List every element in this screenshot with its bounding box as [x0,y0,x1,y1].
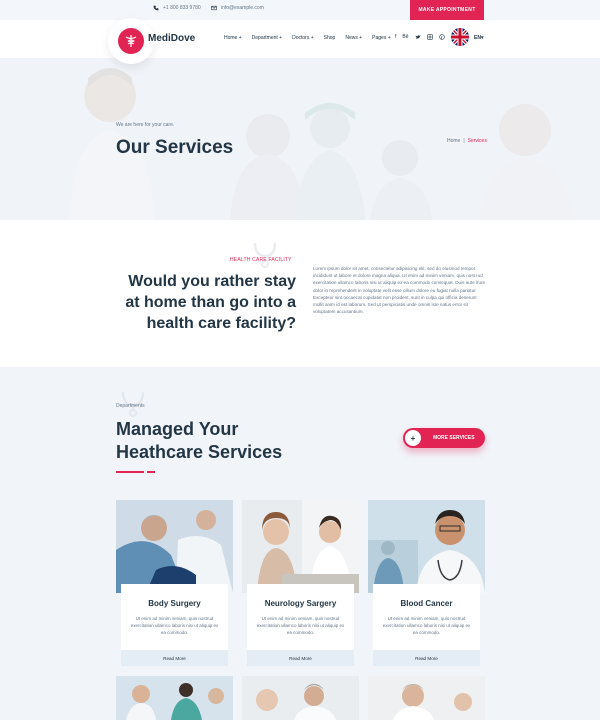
caduceus-icon [118,28,144,54]
top-bar: +1 800 833 9780 info@example.com MAKE AP… [0,0,600,20]
service-card-title[interactable]: Body Surgery [121,599,228,608]
mail-icon [211,5,217,11]
about-heading: Would you rather stay at home than go in… [112,271,296,334]
service-card[interactable]: Body Surgery Ut enim ad minim veniam, qu… [116,500,233,666]
facebook-icon[interactable]: f [395,34,396,42]
pinterest-icon[interactable] [438,34,445,42]
read-more-link[interactable]: Read More [247,650,354,666]
nav-item-doctors[interactable]: Doctors + [292,35,314,41]
service-card[interactable]: Blood Cancer Ut enim ad minim veniam, qu… [368,500,485,666]
language-selector[interactable]: EN▾ [474,35,483,41]
nav-item-department[interactable]: Department + [252,35,282,41]
about-heading-line: Would you rather stay [128,273,296,290]
hero-doctors-image [0,58,600,220]
service-card-image [368,500,485,593]
service-card-image[interactable] [368,676,485,720]
email-address: info@example.com [221,5,264,11]
plus-icon: + [405,430,421,446]
nav-item-shop[interactable]: Shop [324,35,336,41]
service-card-description: Ut enim ad minim veniam, quis nostrud ex… [382,616,471,635]
behance-icon[interactable]: Bē [402,34,408,42]
services-heading-line: Managed Your [116,419,239,439]
phone-contact[interactable]: +1 800 833 9780 [153,5,201,11]
uk-flag-icon[interactable] [451,28,469,46]
read-more-link[interactable]: Read More [121,650,228,666]
hero-tagline: We are here for your care. [116,122,175,128]
service-card-image [242,500,359,593]
linkedin-icon[interactable] [426,34,433,42]
service-card-panel: Neurology Sargery Ut enim ad minim venia… [247,584,354,666]
service-card-image[interactable] [242,676,359,720]
service-card-image[interactable] [116,676,233,720]
heading-underline [116,471,155,473]
service-card-panel: Body Surgery Ut enim ad minim veniam, qu… [121,584,228,666]
service-card[interactable]: Neurology Sargery Ut enim ad minim venia… [242,500,359,666]
page-hero: We are here for your care. Our Services … [0,58,600,220]
service-card-title[interactable]: Blood Cancer [373,599,480,608]
service-card-image [116,500,233,593]
services-heading-line: Heathcare Services [116,442,283,462]
email-contact[interactable]: info@example.com [211,5,264,11]
read-more-link[interactable]: Read More [373,650,480,666]
service-card-title[interactable]: Neurology Sargery [247,599,354,608]
phone-number: +1 800 833 9780 [163,5,201,11]
breadcrumb-home[interactable]: Home [447,138,460,144]
more-services-button[interactable]: + MORE SERVICES [403,428,485,448]
breadcrumb: Home | Services [447,138,487,144]
main-nav: Home + Department + Doctors + Shop News … [224,35,391,41]
social-links: f Bē [395,34,445,42]
service-card-description: Ut enim ad minim veniam, quis nostrud ex… [256,616,345,635]
logo-text[interactable]: MediDove [148,33,195,44]
service-card-description: Ut enim ad minim veniam, quis nostrud ex… [130,616,219,635]
service-card-panel: Blood Cancer Ut enim ad minim veniam, qu… [373,584,480,666]
twitter-icon[interactable] [415,34,421,42]
services-heading: Managed Your Heathcare Services [116,418,326,464]
make-appointment-button[interactable]: MAKE APPOINTMENT [410,0,484,20]
section-label: Departments [116,403,145,409]
about-heading-line: health care facility? [146,315,296,332]
stethoscope-watermark-icon [121,391,145,417]
about-heading-line: at home than go into a [125,294,296,311]
section-subtitle: HEALTH CARE FACILITY [230,257,292,263]
stethoscope-watermark-icon [253,242,277,268]
about-section: HEALTH CARE FACILITY Would you rather st… [0,220,600,367]
main-header: MediDove Home + Department + Doctors + S… [0,18,600,64]
page-title: Our Services [116,137,234,158]
nav-item-news[interactable]: News + [345,35,362,41]
nav-item-pages[interactable]: Pages + [372,35,391,41]
nav-item-home[interactable]: Home + [224,35,242,41]
breadcrumb-current: Services [467,138,487,144]
more-services-label: MORE SERVICES [433,435,475,441]
breadcrumb-separator: | [463,138,465,144]
about-paragraph: Lorem ipsum dolor sit amet, consectetur … [313,266,486,315]
services-section: Departments Managed Your Heathcare Servi… [0,367,600,720]
phone-icon [153,5,159,11]
